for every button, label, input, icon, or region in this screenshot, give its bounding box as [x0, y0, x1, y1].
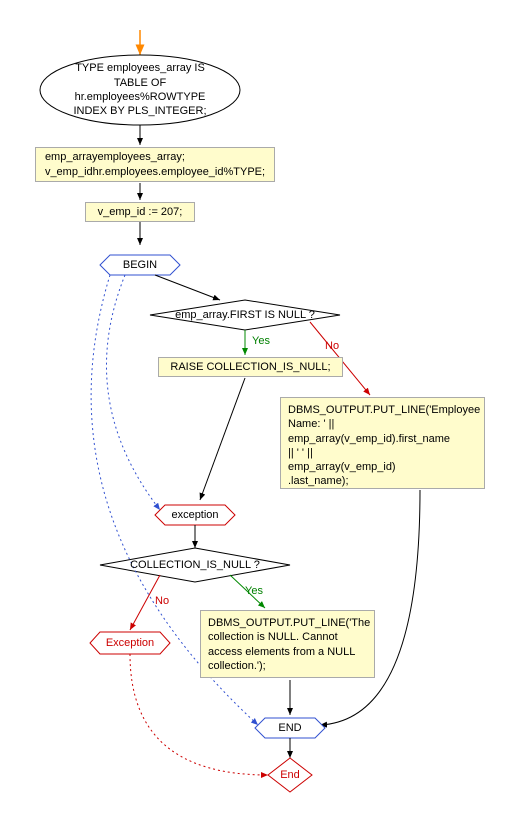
cond1-yes-label: Yes	[252, 335, 270, 347]
cond2-no-label: No	[155, 595, 169, 607]
assign-rect: v_emp_id := 207;	[85, 202, 195, 222]
cond1-diamond: emp_array.FIRST IS NULL ?	[155, 307, 335, 323]
exception-hex: exception	[160, 507, 230, 523]
begin-hex: BEGIN	[105, 257, 175, 273]
raise-rect: RAISE COLLECTION_IS_NULL;	[158, 357, 343, 377]
var-decl-rect: emp_arrayemployees_array; v_emp_idhr.emp…	[35, 147, 275, 182]
dbms-name-rect: DBMS_OUTPUT.PUT_LINE('Employee Name: ' |…	[280, 397, 485, 489]
end-hex: END	[262, 720, 318, 736]
cond2-diamond: COLLECTION_IS_NULL ?	[115, 557, 275, 573]
type-decl-ellipse: TYPE employees_array IS TABLE OF hr.empl…	[50, 68, 230, 112]
dbms-null-rect: DBMS_OUTPUT.PUT_LINE('The collection is …	[200, 610, 375, 678]
end-diamond: End	[272, 767, 308, 783]
exception-red-hex: Exception	[95, 635, 165, 651]
cond2-yes-label: Yes	[245, 585, 263, 597]
cond1-no-label: No	[325, 340, 339, 352]
